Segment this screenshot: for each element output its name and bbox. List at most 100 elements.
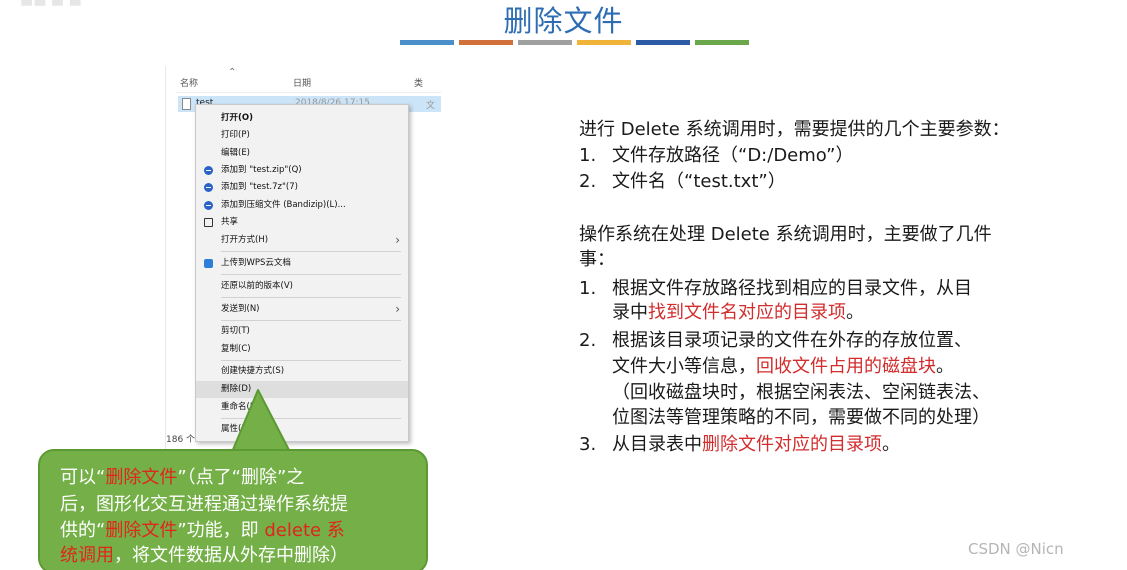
step-highlight: 回收文件占用的磁盘块 [756,356,936,377]
menu-item-rename[interactable]: 重命名(M) [196,399,408,416]
bandizip-icon [204,183,213,192]
share-icon [204,218,213,227]
menu-item-send-to[interactable]: 发送到(N) › [196,301,408,318]
os-intro-line2: 事： [579,249,615,270]
param-text: 文件存放路径（“D:/Demo”） [612,145,854,166]
chevron-right-icon: › [395,302,400,316]
callout-text: ”（点了“删除”之 [177,467,305,488]
stripe-5 [636,40,690,45]
menu-item-edit[interactable]: 编辑(E) [196,145,408,162]
callout-line-4: 统调用，将文件数据从外存中删除） [60,543,348,569]
menu-item-label: 打开(O) [221,113,253,123]
menu-separator [221,251,401,252]
callout-box: 可以“删除文件”（点了“删除”之 后，图形化交互进程通过操作系统提 供的“删除文… [38,449,428,570]
wps-cloud-icon [204,259,213,268]
header-divider [176,92,441,93]
callout-line-3: 供的“删除文件”功能，即 delete 系 [60,518,345,544]
step-2-line4: 位图法等管理策略的不同，需要做不同的处理） [612,407,990,428]
menu-item-restore-versions[interactable]: 还原以前的版本(V) [196,278,408,295]
menu-separator [221,418,401,419]
list-number: 1. [579,278,597,299]
list-number: 2. [579,330,597,351]
os-intro-line1: 操作系统在处理 Delete 系统调用时，主要做了几件 [579,224,992,245]
menu-item-label: 创建快捷方式(S) [221,366,285,376]
menu-item-label: 共享 [221,217,239,227]
menu-item-label: 打印(P) [221,130,250,140]
step-2-line3: （回收磁盘块时，根据空闲表法、空闲链表法、 [612,382,990,403]
stripe-2 [459,40,513,45]
menu-item-cut[interactable]: 剪切(T) [196,323,408,340]
callout-highlight: 删除文件 [105,520,178,541]
file-type: 文 [426,101,436,111]
menu-item-add-archive[interactable]: 添加到压缩文件 (Bandizip)(L)... [196,197,408,214]
stripe-3 [518,40,572,45]
column-header-type[interactable]: 类 [414,76,423,89]
menu-item-label: 剪切(T) [221,326,250,336]
menu-item-print[interactable]: 打印(P) [196,127,408,144]
sort-up-icon: ⌃ [228,67,237,78]
title-stripes [400,40,749,45]
menu-item-create-shortcut[interactable]: 创建快捷方式(S) [196,363,408,380]
menu-separator [221,297,401,298]
step-text: 。 [846,302,864,323]
chevron-right-icon: › [395,233,400,247]
column-header-date[interactable]: 日期 [293,76,311,89]
param-text: 文件名（“test.txt”） [612,171,786,192]
menu-item-copy[interactable]: 复制(C) [196,341,408,358]
menu-item-open[interactable]: 打开(O) [196,110,408,127]
stripe-1 [400,40,454,45]
menu-item-label: 重命名(M) [221,402,261,412]
column-header-name[interactable]: 名称 [180,76,198,89]
file-icon [182,98,191,110]
context-menu: 打开(O) 打印(P) 编辑(E) 添加到 "test.zip"(Q) 添加到 … [195,104,409,442]
menu-separator [221,360,401,361]
menu-item-add-zip[interactable]: 添加到 "test.zip"(Q) [196,162,408,179]
menu-separator [221,320,401,321]
step-text: 。 [882,434,900,455]
step-2-line1: 2. 根据该目录项记录的文件在外存的存放位置、 [579,328,972,354]
callout-line-2: 后，图形化交互进程通过操作系统提 [60,494,348,515]
param-item-2: 2. 文件名（“test.txt”） [579,169,786,195]
menu-item-label: 发送到(N) [221,304,260,314]
step-text: 。 [936,356,954,377]
menu-item-upload-wps[interactable]: 上传到WPS云文档 [196,255,408,272]
list-number: 2. [579,171,597,192]
callout-text: 供的“ [60,520,106,541]
param-item-1: 1. 文件存放路径（“D:/Demo”） [579,143,853,169]
menu-item-label: 添加到 "test.7z"(7) [221,182,298,192]
menu-item-open-with[interactable]: 打开方式(H) › [196,232,408,249]
step-1-line2: 录中找到文件名对应的目录项。 [612,300,864,326]
menu-item-label: 属性(R) [221,424,251,434]
callout-highlight: 删除文件 [105,467,178,488]
bandizip-icon [204,201,213,210]
menu-item-share[interactable]: 共享 [196,214,408,231]
params-intro: 进行 Delete 系统调用时，需要提供的几个主要参数： [579,119,1010,140]
callout-text: 可以“ [60,467,106,488]
menu-item-label: 打开方式(H) [221,235,269,245]
menu-item-label: 还原以前的版本(V) [221,281,293,291]
bandizip-icon [204,166,213,175]
stripe-6 [695,40,749,45]
menu-item-label: 复制(C) [221,344,251,354]
step-1-line1: 1. 根据文件存放路径找到相应的目录文件，从目 [579,276,972,302]
menu-item-label: 添加到 "test.zip"(Q) [221,165,302,175]
list-number: 3. [579,434,597,455]
menu-item-properties[interactable]: 属性(R) [196,421,408,438]
stripe-4 [577,40,631,45]
menu-item-label: 删除(D) [221,384,252,394]
step-text: 从目录表中 [612,434,702,455]
callout-highlight: 统调用 [60,545,114,566]
step-text: 根据文件存放路径找到相应的目录文件，从目 [612,278,972,299]
menu-item-delete[interactable]: 删除(D) [196,381,408,398]
step-text: 文件大小等信息， [612,356,756,377]
slide-title: 删除文件 [503,4,624,38]
step-highlight: 删除文件对应的目录项 [702,434,882,455]
menu-item-add-7z[interactable]: 添加到 "test.7z"(7) [196,179,408,196]
csdn-watermark: CSDN @Nicn [968,540,1064,558]
step-highlight: 找到文件名对应的目录项 [648,302,846,323]
step-3: 3. 从目录表中删除文件对应的目录项。 [579,432,900,458]
menu-item-label: 编辑(E) [221,148,251,158]
menu-item-label: 添加到压缩文件 (Bandizip)(L)... [221,200,346,210]
callout-text: ”功能，即 [177,520,265,541]
step-text: 录中 [612,302,648,323]
